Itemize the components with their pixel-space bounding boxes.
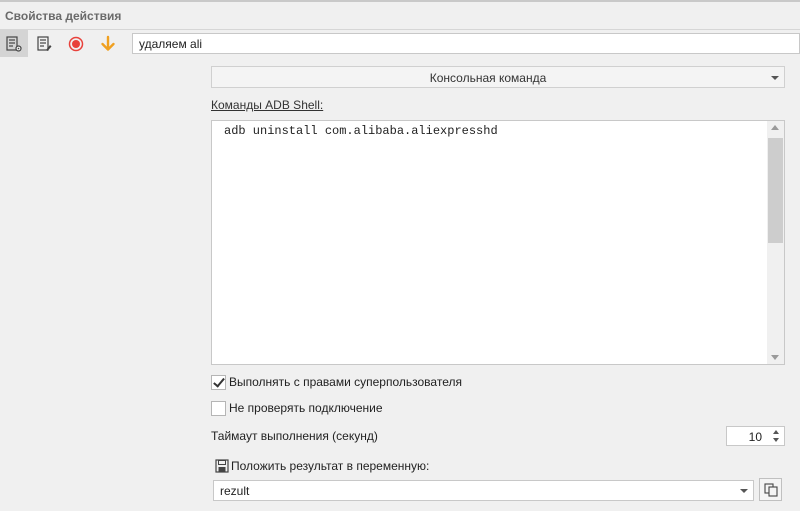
arrow-down-icon <box>101 35 115 51</box>
save-icon <box>215 459 229 473</box>
scroll-up-icon[interactable] <box>771 125 779 130</box>
timeout-label: Таймаут выполнения (секунд) <box>211 429 378 443</box>
record-icon <box>68 36 84 51</box>
action-settings-icon <box>6 35 22 52</box>
superuser-label: Выполнять с правами суперпользователя <box>229 375 462 389</box>
adb-commands-text: adb uninstall com.alibaba.aliexpresshd <box>224 124 498 138</box>
toolbar <box>0 30 800 57</box>
timeout-value[interactable]: 10 <box>749 430 762 444</box>
chevron-down-icon <box>771 76 779 80</box>
action-name-input[interactable] <box>132 33 800 54</box>
result-variable-label: Положить результат в переменную: <box>231 459 430 473</box>
vertical-scrollbar[interactable] <box>767 121 784 364</box>
spinner-buttons[interactable] <box>769 427 784 445</box>
action-settings-button[interactable] <box>0 30 28 57</box>
result-variable-value: rezult <box>220 484 250 498</box>
superuser-option[interactable]: Выполнять с правами суперпользователя <box>211 374 462 390</box>
timeout-spinner[interactable]: 10 <box>726 426 785 446</box>
no-check-connection-option[interactable]: Не проверять подключение <box>211 400 383 416</box>
result-variable-select[interactable]: rezult <box>213 480 754 501</box>
no-check-connection-label: Не проверять подключение <box>229 401 383 415</box>
no-check-connection-checkbox[interactable] <box>211 400 226 416</box>
notes-edit-button[interactable] <box>30 30 58 57</box>
spin-up-icon[interactable] <box>773 430 779 434</box>
action-type-select[interactable]: Консольная команда <box>211 66 785 88</box>
panel-title: Свойства действия <box>5 9 122 23</box>
move-down-button[interactable] <box>94 30 122 57</box>
copy-variable-button[interactable] <box>759 478 782 501</box>
chevron-down-icon <box>740 489 748 493</box>
record-button[interactable] <box>62 30 90 57</box>
scroll-down-icon[interactable] <box>771 355 779 360</box>
adb-commands-textarea[interactable]: adb uninstall com.alibaba.aliexpresshd <box>211 120 785 365</box>
spin-down-icon[interactable] <box>773 438 779 442</box>
result-label-row: Положить результат в переменную: <box>215 458 429 474</box>
panel-header: Свойства действия <box>0 0 800 30</box>
superuser-checkbox[interactable] <box>211 374 226 390</box>
adb-commands-label: Команды ADB Shell: <box>211 98 324 112</box>
copy-icon <box>763 482 778 497</box>
scrollbar-thumb[interactable] <box>768 138 783 243</box>
notes-edit-icon <box>37 35 52 51</box>
action-type-selected: Консольная команда <box>429 71 547 85</box>
